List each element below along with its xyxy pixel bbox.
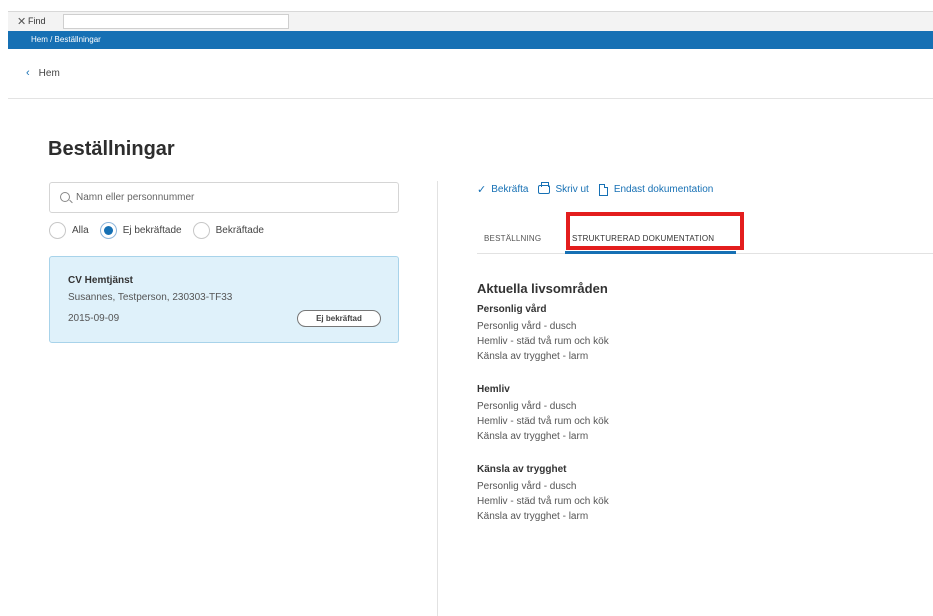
group-item: Känsla av trygghet - larm <box>477 431 589 442</box>
back-link[interactable]: ‹ Hem <box>26 67 60 79</box>
filter-confirmed[interactable]: Bekräftade <box>192 222 264 239</box>
action-bar: ✓ Bekräfta Skriv ut Endast dokumentation <box>477 182 723 196</box>
breadcrumb[interactable]: Hem / Beställningar <box>31 35 101 44</box>
documentation-only-label: Endast dokumentation <box>613 184 714 195</box>
confirm-button[interactable]: ✓ Bekräfta <box>477 183 528 196</box>
life-area-group: Personlig vård Personlig vård - dusch He… <box>477 304 609 364</box>
filter-radio-group: Alla Ej bekräftade Bekräftade <box>49 222 275 239</box>
close-icon[interactable]: ✕ <box>17 15 26 28</box>
group-item: Personlig vård - dusch <box>477 401 577 412</box>
breadcrumb-bar: Hem / Beställningar <box>8 31 933 49</box>
radio-button[interactable] <box>192 222 210 239</box>
group-item: Känsla av trygghet - larm <box>477 351 589 362</box>
search-input[interactable]: Namn eller personnummer <box>49 182 399 213</box>
printer-icon <box>538 182 551 194</box>
search-placeholder: Namn eller personnummer <box>76 192 195 203</box>
group-item: Känsla av trygghet - larm <box>477 511 589 522</box>
order-card[interactable]: CV Hemtjänst Susannes, Testperson, 23030… <box>49 256 399 343</box>
order-title: CV Hemtjänst <box>68 275 134 286</box>
group-item: Hemliv - städ två rum och kök <box>477 336 609 347</box>
tab-order[interactable]: BESTÄLLNING <box>484 234 541 243</box>
find-input[interactable] <box>63 14 289 29</box>
document-icon <box>598 183 608 196</box>
group-title: Personlig vård <box>477 304 547 315</box>
radio-label: Bekräftade <box>215 225 264 236</box>
life-area-group: Hemliv Personlig vård - dusch Hemliv - s… <box>477 384 609 444</box>
filter-all[interactable]: Alla <box>49 222 89 239</box>
group-item: Personlig vård - dusch <box>477 321 577 332</box>
life-area-group: Känsla av trygghet Personlig vård - dusc… <box>477 464 609 524</box>
active-tab-indicator <box>565 251 736 254</box>
page-title: Beställningar <box>48 138 175 160</box>
find-label: Find <box>28 16 46 26</box>
filter-unconfirmed[interactable]: Ej bekräftade <box>99 222 182 239</box>
group-title: Känsla av trygghet <box>477 464 567 475</box>
radio-button-selected[interactable] <box>99 222 117 239</box>
search-icon <box>60 192 70 202</box>
documentation-only-button[interactable]: Endast dokumentation <box>598 183 714 196</box>
radio-label: Ej bekräftade <box>122 225 182 236</box>
group-item: Hemliv - städ två rum och kök <box>477 496 609 507</box>
highlight-annotation <box>566 212 744 250</box>
chevron-left-icon: ‹ <box>26 67 30 79</box>
header-divider <box>8 98 933 99</box>
back-link-label: Hem <box>38 67 60 79</box>
radio-label: Alla <box>72 225 89 236</box>
order-date: 2015-09-09 <box>68 313 120 324</box>
check-icon: ✓ <box>477 184 487 196</box>
panel-divider <box>437 181 438 616</box>
confirm-label: Bekräfta <box>491 184 529 195</box>
print-button[interactable]: Skriv ut <box>538 182 589 195</box>
radio-button[interactable] <box>49 222 66 239</box>
order-customer: Susannes, Testperson, 230303-TF33 <box>68 292 233 303</box>
status-badge: Ej bekräftad <box>297 310 381 327</box>
group-item: Personlig vård - dusch <box>477 481 577 492</box>
section-title: Aktuella livsområden <box>477 281 608 296</box>
find-bar: ✕ Find <box>8 11 933 31</box>
group-title: Hemliv <box>477 384 510 395</box>
print-label: Skriv ut <box>555 184 589 195</box>
group-item: Hemliv - städ två rum och kök <box>477 416 609 427</box>
